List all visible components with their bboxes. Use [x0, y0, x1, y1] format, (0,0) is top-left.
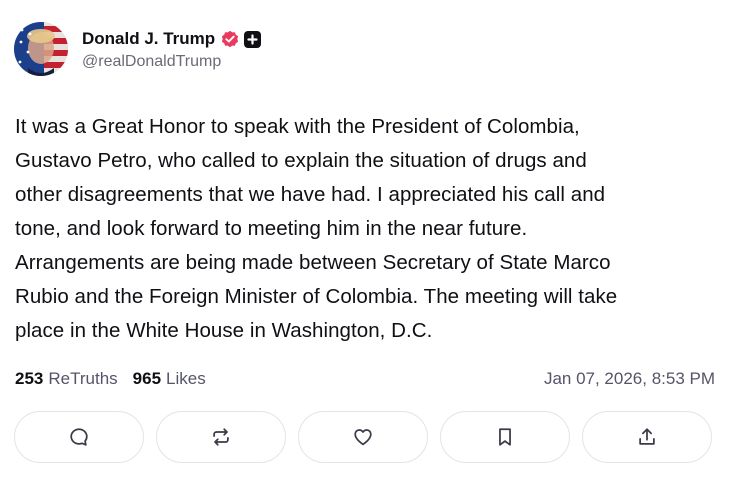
display-name[interactable]: Donald J. Trump — [82, 29, 215, 49]
post-body-line: tone, and look forward to meeting him in… — [15, 217, 528, 240]
plus-badge-icon — [244, 30, 262, 48]
post-timestamp[interactable]: Jan 07, 2026, 8:53 PM — [544, 369, 715, 389]
reply-button[interactable] — [14, 411, 144, 463]
post-body-line: Gustavo Petro, who called to explain the… — [15, 149, 587, 172]
post-body-line: Arrangements are being made between Secr… — [15, 251, 611, 274]
likes-label[interactable]: Likes — [166, 369, 206, 389]
avatar[interactable] — [14, 22, 68, 76]
share-button[interactable] — [582, 411, 712, 463]
post-body-line: other disagreements that we have had. I … — [15, 183, 606, 206]
verified-check-icon — [221, 30, 239, 48]
retruths-label[interactable]: ReTruths — [48, 369, 117, 389]
post-body-line: place in the White House in Washington, … — [15, 319, 433, 342]
bookmark-icon — [499, 428, 511, 446]
post-body-line: It was a Great Honor to speak with the P… — [15, 115, 580, 138]
retruths-count[interactable]: 253 — [15, 369, 43, 389]
like-icon — [354, 429, 372, 446]
author-identity: Donald J. Trump @realDonaldTrump — [82, 27, 262, 71]
post-body-line: Rubio and the Foreign Minister of Colomb… — [15, 285, 618, 308]
author-handle[interactable]: @realDonaldTrump — [82, 53, 261, 71]
share-icon — [639, 428, 655, 445]
retruth-icon — [213, 428, 229, 446]
retruth-button[interactable] — [156, 411, 286, 463]
post-meta: 253 ReTruths 965 Likes Jan 07, 2026, 8:5… — [15, 367, 715, 391]
post-body: It was a Great Honor to speak with the P… — [15, 110, 720, 348]
post-header: Donald J. Trump @realDonaldTrump — [14, 22, 262, 76]
name-row: Donald J. Trump — [82, 27, 262, 51]
action-bar — [14, 411, 712, 463]
likes-count[interactable]: 965 — [133, 369, 161, 389]
reply-icon — [70, 428, 88, 446]
post-card: Donald J. Trump @realDonaldTrump It was … — [0, 0, 730, 492]
bookmark-button[interactable] — [440, 411, 570, 463]
avatar-image — [14, 22, 68, 76]
like-button[interactable] — [298, 411, 428, 463]
